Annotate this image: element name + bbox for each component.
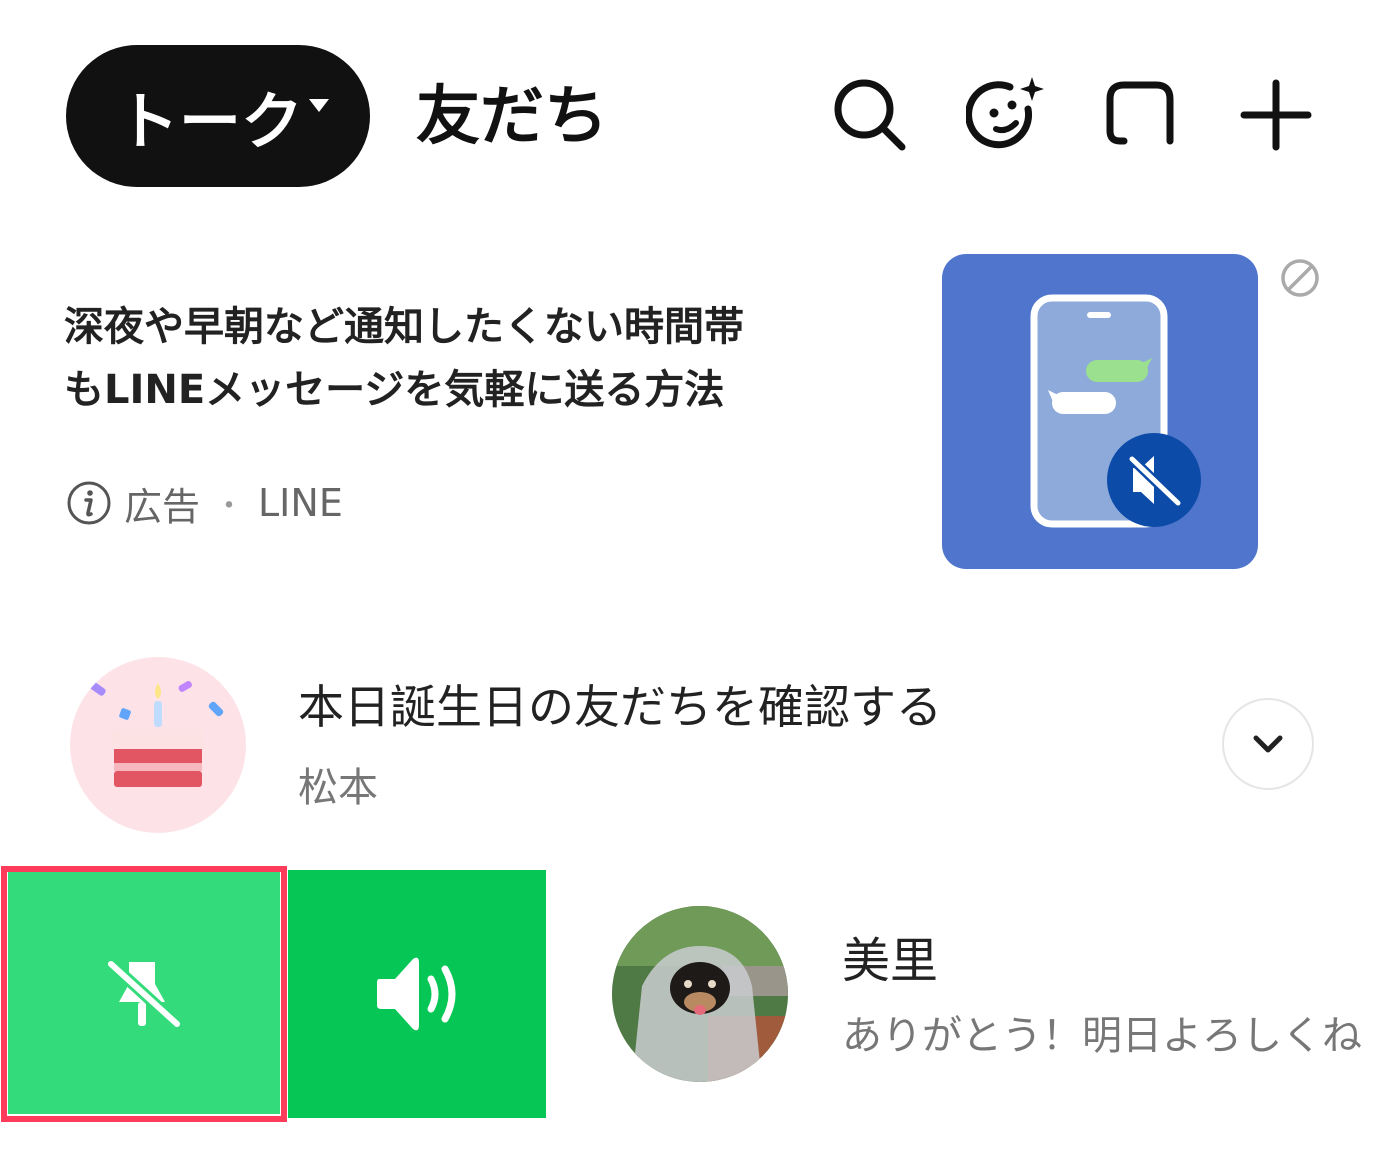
- chat-last-message: ありがとう！明日よろしくね: [842, 1013, 1362, 1059]
- ad-image[interactable]: [942, 254, 1258, 569]
- notification-off-icon: [105, 958, 183, 1030]
- tab-talk-label: トーク: [116, 85, 303, 158]
- sound-button[interactable]: [288, 870, 546, 1118]
- search-icon[interactable]: [830, 75, 910, 155]
- info-icon[interactable]: [66, 480, 112, 526]
- cake-icon: [90, 665, 231, 787]
- add-icon[interactable]: [1236, 75, 1316, 155]
- notification-off-button[interactable]: [8, 872, 280, 1114]
- chevron-down-icon: [1253, 735, 1283, 753]
- ad-title-line2: もLINEメッセージを気軽に送る方法: [64, 367, 725, 413]
- ad-label: 広告: [124, 484, 201, 529]
- birthday-cake-avatar[interactable]: [70, 657, 246, 833]
- birthday-title[interactable]: 本日誕生日の友だちを確認する: [298, 675, 942, 739]
- chat-avatar-dog[interactable]: [612, 906, 788, 1082]
- ad-separator: ・: [214, 489, 245, 524]
- expand-button[interactable]: [1222, 698, 1314, 790]
- chat-name[interactable]: 美里: [842, 928, 938, 994]
- dog-photo-icon: [612, 906, 788, 1082]
- birthday-friend-name: 松本: [298, 765, 378, 811]
- ad-title-line1: 深夜や早朝など通知したくない時間帯: [64, 304, 744, 350]
- caret-down-icon: [309, 98, 329, 112]
- phone-mute-illustration: [1030, 294, 1201, 528]
- tab-talk[interactable]: トーク: [66, 45, 370, 187]
- ad-title[interactable]: 深夜や早朝など通知したくない時間帯 もLINEメッセージを気軽に送る方法: [64, 296, 894, 422]
- ad-sponsor: LINE: [258, 481, 343, 525]
- hide-ad-icon[interactable]: [1278, 256, 1322, 300]
- ad-meta: 広告 ・ LINE: [66, 478, 343, 529]
- sticker-face-icon[interactable]: [966, 75, 1046, 155]
- chat-room-icon[interactable]: [1100, 75, 1180, 155]
- speaker-icon: [377, 957, 456, 1031]
- tab-friends[interactable]: 友だち: [416, 72, 608, 162]
